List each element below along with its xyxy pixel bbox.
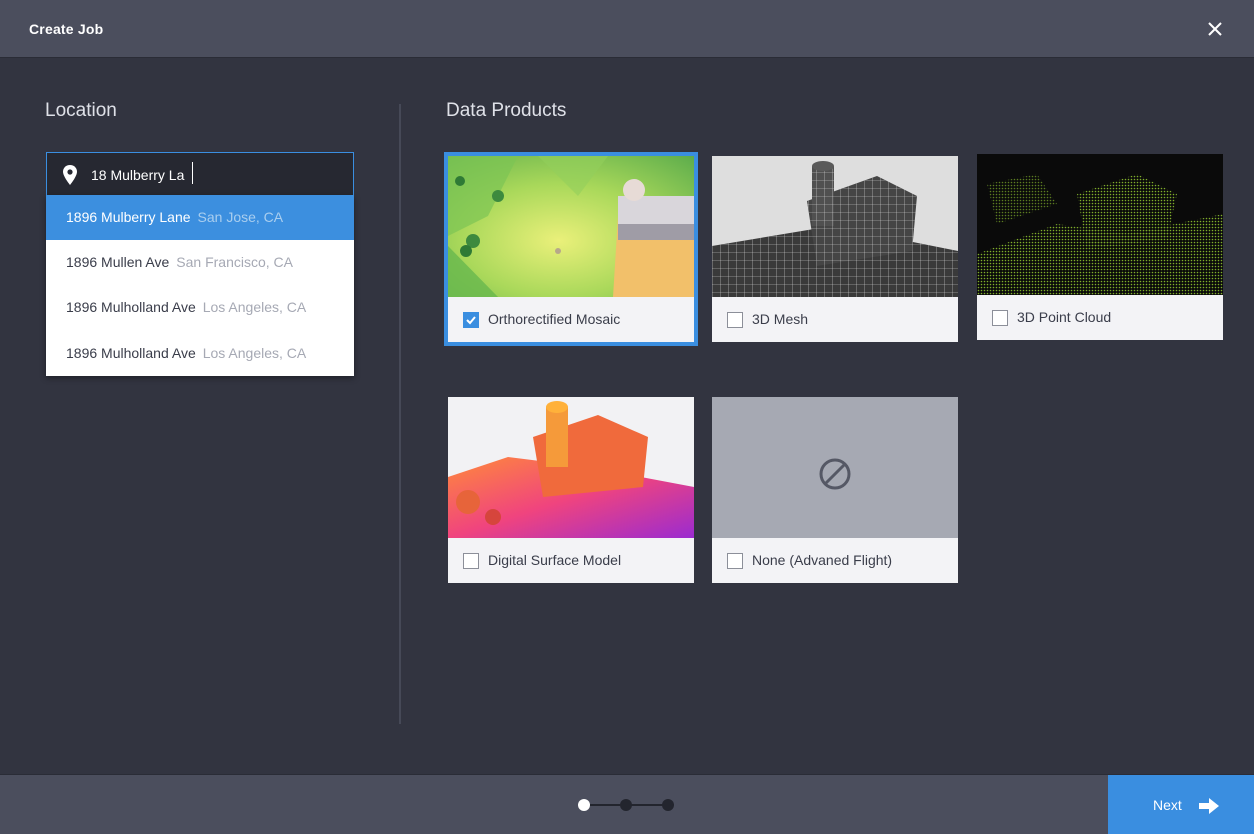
product-label: None (Advaned Flight) [752, 552, 893, 568]
product-label: Digital Surface Model [488, 552, 622, 568]
section-divider [399, 104, 401, 724]
product-label-row: Digital Surface Model [448, 538, 694, 583]
modal-title: Create Job [29, 21, 104, 37]
product-checkbox[interactable] [463, 553, 479, 569]
location-heading: Location [45, 100, 117, 121]
next-button-label: Next [1153, 797, 1182, 813]
suggestion-city: Los Angeles, CA [202, 299, 307, 315]
product-card-none[interactable]: None (Advaned Flight) [712, 397, 958, 583]
next-button[interactable]: Next [1108, 775, 1254, 834]
suggestion-street: 1896 Mulholland Ave [66, 345, 196, 361]
none-thumbnail [712, 397, 958, 538]
arrow-right-icon [1199, 798, 1219, 814]
step-dot-3 [662, 799, 674, 811]
product-label: Orthorectified Mosaic [488, 311, 621, 327]
text-cursor [192, 162, 193, 184]
suggestion-item[interactable]: 1896 Mulberry Lane San Jose, CA [46, 195, 354, 240]
product-card-orthomosaic[interactable]: Orthorectified Mosaic [444, 152, 698, 346]
product-label-row: 3D Mesh [712, 297, 958, 342]
close-icon[interactable] [1204, 18, 1226, 40]
step-dot-1 [578, 799, 590, 811]
modal-footer: Next [0, 774, 1254, 834]
product-card-3d-mesh[interactable]: 3D Mesh [712, 156, 958, 342]
location-search-input[interactable] [91, 165, 341, 185]
product-label-row: 3D Point Cloud [977, 295, 1223, 340]
product-card-dsm[interactable]: Digital Surface Model [448, 397, 694, 583]
suggestion-item[interactable]: 1896 Mullen Ave San Francisco, CA [46, 240, 354, 285]
step-dot-2 [620, 799, 632, 811]
suggestion-street: 1896 Mulholland Ave [66, 299, 196, 315]
stepper-connector [630, 804, 664, 806]
data-products-heading: Data Products [446, 100, 567, 121]
location-suggestions: 1896 Mulberry Lane San Jose, CA 1896 Mull… [46, 195, 354, 376]
product-checkbox[interactable] [727, 312, 743, 328]
suggestion-item[interactable]: 1896 Mulholland Ave Los Angeles, CA [46, 285, 354, 330]
product-label-row: None (Advaned Flight) [712, 538, 958, 583]
progress-stepper [576, 797, 676, 813]
no-symbol-icon [819, 458, 851, 490]
dsm-thumbnail [448, 397, 694, 538]
point-cloud-thumbnail [977, 154, 1223, 295]
suggestion-city: San Francisco, CA [176, 254, 293, 270]
modal-header: Create Job [0, 0, 1254, 58]
product-checkbox[interactable] [463, 312, 479, 328]
checkmark-icon [466, 316, 476, 325]
mesh-thumbnail [712, 156, 958, 297]
suggestion-city: Los Angeles, CA [202, 345, 307, 361]
suggestion-street: 1896 Mulberry Lane [66, 209, 191, 225]
product-label: 3D Point Cloud [1017, 309, 1112, 325]
map-pin-icon [63, 165, 77, 185]
orthomosaic-thumbnail [448, 156, 694, 297]
product-card-point-cloud[interactable]: 3D Point Cloud [977, 154, 1223, 340]
product-label: 3D Mesh [752, 311, 809, 327]
product-checkbox[interactable] [992, 310, 1008, 326]
suggestion-city: San Jose, CA [197, 209, 284, 225]
suggestion-street: 1896 Mullen Ave [66, 254, 170, 270]
location-search[interactable] [46, 152, 354, 196]
stepper-connector [586, 804, 620, 806]
product-checkbox[interactable] [727, 553, 743, 569]
suggestion-item[interactable]: 1896 Mulholland Ave Los Angeles, CA [46, 331, 354, 376]
product-label-row: Orthorectified Mosaic [448, 297, 694, 342]
